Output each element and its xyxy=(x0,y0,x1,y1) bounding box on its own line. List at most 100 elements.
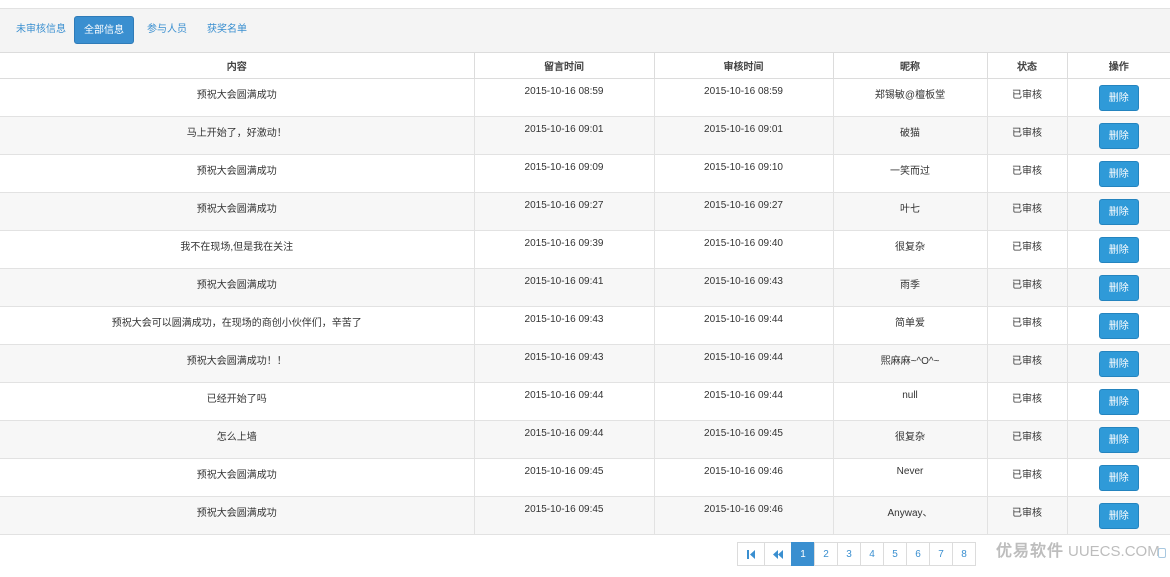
header-message-time: 留言时间 xyxy=(473,53,655,79)
cell-content: 马上开始了，好激动！ xyxy=(0,116,475,155)
tab-bar: 未审核信息 全部信息 参与人员 获奖名单 xyxy=(0,9,1170,53)
cell-nickname: 叶七 xyxy=(832,192,988,231)
first-page-button[interactable] xyxy=(737,542,765,566)
tab-all-info[interactable]: 全部信息 xyxy=(74,16,134,44)
cell-action: 删除 xyxy=(1066,458,1170,497)
page-6-button[interactable]: 6 xyxy=(906,542,930,566)
cell-action: 删除 xyxy=(1066,306,1170,345)
cell-content: 预祝大会圆满成功 xyxy=(0,458,475,497)
header-review-time: 审核时间 xyxy=(653,53,834,79)
table-row: 预祝大会圆满成功 2015-10-16 09:27 2015-10-16 09:27… xyxy=(0,192,1170,231)
tab-unreviewed[interactable]: 未审核信息 xyxy=(5,16,77,44)
cell-content: 预祝大会圆满成功！！ xyxy=(0,344,475,383)
delete-button[interactable]: 删除 xyxy=(1098,123,1139,149)
page-2-button[interactable]: 2 xyxy=(814,542,838,566)
cell-nickname: 一笑而过 xyxy=(832,154,988,193)
table-row: 预祝大会圆满成功 2015-10-16 09:45 2015-10-16 09:46… xyxy=(0,458,1170,497)
table-header-row: 内容 留言时间 审核时间 昵称 状态 操作 xyxy=(0,53,1170,79)
page-4-button[interactable]: 4 xyxy=(860,542,884,566)
cell-action: 删除 xyxy=(1066,154,1170,193)
cell-status: 已审核 xyxy=(986,458,1068,497)
table-row: 怎么上墙 2015-10-16 09:44 2015-10-16 09:45 很复杂已… xyxy=(0,420,1170,459)
cell-status: 已审核 xyxy=(986,420,1068,459)
page-8-button[interactable]: 8 xyxy=(952,542,976,566)
delete-button[interactable]: 删除 xyxy=(1098,465,1139,491)
cell-nickname: 很复杂 xyxy=(832,420,988,459)
cell-message-time: 2015-10-16 09:44 xyxy=(473,382,655,421)
cell-action: 删除 xyxy=(1066,344,1170,383)
delete-button[interactable]: 删除 xyxy=(1098,237,1139,263)
cell-action: 删除 xyxy=(1066,382,1170,421)
cell-status: 已审核 xyxy=(986,268,1068,307)
delete-button[interactable]: 删除 xyxy=(1098,389,1139,415)
watermark-en: UUECS.COM xyxy=(1068,543,1160,560)
cell-status: 已审核 xyxy=(986,496,1068,535)
cell-nickname: 很复杂 xyxy=(832,230,988,269)
tab-winners[interactable]: 获奖名单 xyxy=(196,16,258,44)
cell-nickname: 郑锡敏@檀板堂 xyxy=(832,78,988,117)
delete-button[interactable]: 删除 xyxy=(1098,275,1139,301)
corner-icon xyxy=(1158,548,1166,558)
table-row: 预祝大会可以圆满成功，在现场的商创小伙伴们，辛苦了 2015-10-16 09:4… xyxy=(0,306,1170,345)
cell-review-time: 2015-10-16 09:43 xyxy=(653,268,834,307)
cell-action: 删除 xyxy=(1066,268,1170,307)
prev-page-icon xyxy=(765,549,791,560)
cell-content: 预祝大会圆满成功 xyxy=(0,78,475,117)
cell-review-time: 2015-10-16 09:27 xyxy=(653,192,834,231)
top-strip xyxy=(0,0,1170,9)
table-row: 已经开始了吗 2015-10-16 09:44 2015-10-16 09:44 nu… xyxy=(0,382,1170,421)
cell-status: 已审核 xyxy=(986,306,1068,345)
watermark: 优易软件 UUECS.COM xyxy=(996,542,1160,562)
cell-action: 删除 xyxy=(1066,116,1170,155)
page-5-button[interactable]: 5 xyxy=(883,542,907,566)
cell-nickname: null xyxy=(832,382,988,421)
page-number-list: 12345678 xyxy=(791,542,976,567)
tab-participants[interactable]: 参与人员 xyxy=(136,16,198,44)
table-row: 预祝大会圆满成功 2015-10-16 09:45 2015-10-16 09:46… xyxy=(0,496,1170,535)
cell-action: 删除 xyxy=(1066,496,1170,535)
cell-status: 已审核 xyxy=(986,154,1068,193)
table-row: 预祝大会圆满成功 2015-10-16 09:41 2015-10-16 09:43… xyxy=(0,268,1170,307)
page-1-button[interactable]: 1 xyxy=(791,542,815,566)
messages-table: 内容 留言时间 审核时间 昵称 状态 操作 预祝大会圆满成功 2015-10-16… xyxy=(0,53,1170,535)
cell-review-time: 2015-10-16 09:44 xyxy=(653,306,834,345)
cell-review-time: 2015-10-16 09:01 xyxy=(653,116,834,155)
watermark-cn: 优易软件 xyxy=(996,543,1065,560)
cell-review-time: 2015-10-16 09:44 xyxy=(653,344,834,383)
cell-review-time: 2015-10-16 09:40 xyxy=(653,230,834,269)
cell-message-time: 2015-10-16 09:09 xyxy=(473,154,655,193)
cell-review-time: 2015-10-16 09:46 xyxy=(653,458,834,497)
cell-review-time: 2015-10-16 09:46 xyxy=(653,496,834,535)
cell-action: 删除 xyxy=(1066,78,1170,117)
table-row: 马上开始了，好激动！ 2015-10-16 09:01 2015-10-16 09:… xyxy=(0,116,1170,155)
table-row: 预祝大会圆满成功 2015-10-16 08:59 2015-10-16 08:59… xyxy=(0,78,1170,117)
delete-button[interactable]: 删除 xyxy=(1098,199,1139,225)
cell-status: 已审核 xyxy=(986,230,1068,269)
delete-button[interactable]: 删除 xyxy=(1098,85,1139,111)
delete-button[interactable]: 删除 xyxy=(1098,161,1139,187)
header-content: 内容 xyxy=(0,53,475,79)
pagination: 12345678 xyxy=(737,542,976,567)
cell-nickname: 熙麻麻~^O^~ xyxy=(832,344,988,383)
cell-message-time: 2015-10-16 09:27 xyxy=(473,192,655,231)
cell-review-time: 2015-10-16 09:44 xyxy=(653,382,834,421)
page-7-button[interactable]: 7 xyxy=(929,542,953,566)
cell-nickname: Never xyxy=(832,458,988,497)
cell-content: 预祝大会圆满成功 xyxy=(0,268,475,307)
table-row: 预祝大会圆满成功 2015-10-16 09:09 2015-10-16 09:10… xyxy=(0,154,1170,193)
cell-nickname: 雨季 xyxy=(832,268,988,307)
cell-content: 预祝大会圆满成功 xyxy=(0,154,475,193)
cell-status: 已审核 xyxy=(986,382,1068,421)
prev-page-button[interactable] xyxy=(764,542,792,566)
cell-action: 删除 xyxy=(1066,230,1170,269)
delete-button[interactable]: 删除 xyxy=(1098,351,1139,377)
page-3-button[interactable]: 3 xyxy=(837,542,861,566)
cell-status: 已审核 xyxy=(986,344,1068,383)
table-row: 我不在现场,但是我在关注 2015-10-16 09:39 2015-10-16 0… xyxy=(0,230,1170,269)
delete-button[interactable]: 删除 xyxy=(1098,427,1139,453)
cell-content: 预祝大会圆满成功 xyxy=(0,192,475,231)
cell-message-time: 2015-10-16 09:39 xyxy=(473,230,655,269)
delete-button[interactable]: 删除 xyxy=(1098,313,1139,339)
cell-content: 预祝大会圆满成功 xyxy=(0,496,475,535)
delete-button[interactable]: 删除 xyxy=(1098,503,1139,529)
